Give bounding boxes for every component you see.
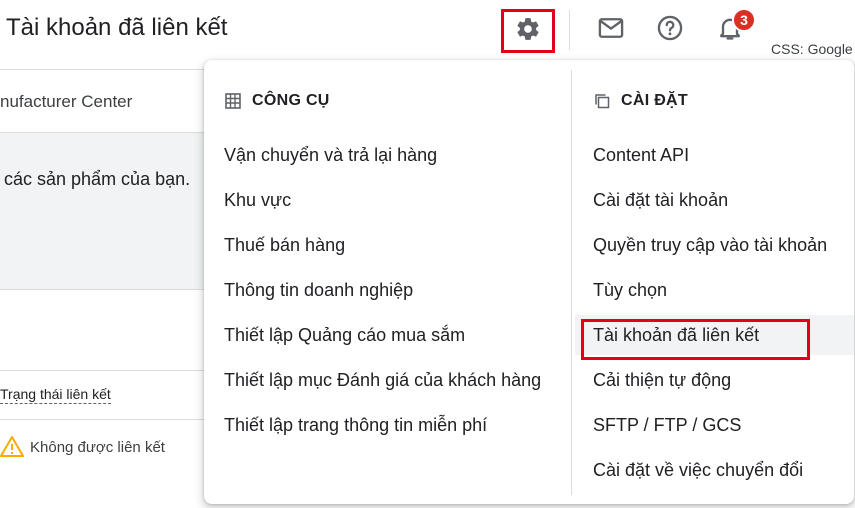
info-banner bbox=[0, 133, 210, 289]
help-icon bbox=[656, 14, 684, 47]
menu-item-account-settings[interactable]: Cài đặt tài khoản bbox=[593, 180, 728, 220]
tools-heading: CÔNG CỤ bbox=[224, 92, 330, 110]
page-title: Tài khoản đã liên kết bbox=[6, 14, 228, 41]
tools-icon bbox=[224, 92, 242, 110]
mail-icon bbox=[597, 14, 625, 47]
header-divider bbox=[569, 10, 570, 50]
menu-item-linked-accounts[interactable]: Tài khoản đã liên kết bbox=[575, 315, 854, 355]
settings-button[interactable] bbox=[501, 9, 555, 53]
menu-item-account-access[interactable]: Quyền truy cập vào tài khoản bbox=[593, 225, 827, 265]
menu-item-sftp-ftp-gcs[interactable]: SFTP / FTP / GCS bbox=[593, 405, 741, 445]
menu-item-shipping-returns[interactable]: Vận chuyển và trả lại hàng bbox=[224, 135, 437, 175]
settings-heading: CÀI ĐẶT bbox=[593, 92, 688, 110]
menu-item-business-info[interactable]: Thông tin doanh nghiệp bbox=[224, 270, 413, 310]
menu-item-content-api[interactable]: Content API bbox=[593, 135, 689, 175]
menu-item-customer-reviews-setup[interactable]: Thiết lập mục Đánh giá của khách hàng bbox=[224, 360, 541, 400]
warning-icon bbox=[0, 435, 24, 459]
mail-button[interactable] bbox=[595, 14, 627, 46]
gear-icon bbox=[515, 16, 541, 47]
settings-dropdown-menu: CÔNG CỤ Vận chuyển và trả lại hàng Khu v… bbox=[204, 60, 854, 504]
settings-heading-label: CÀI ĐẶT bbox=[621, 92, 688, 109]
menu-item-conversion-settings[interactable]: Cài đặt về việc chuyển đổi bbox=[593, 450, 803, 490]
status-value: Không được liên kết bbox=[30, 439, 165, 456]
divider bbox=[0, 370, 210, 371]
status-column-header[interactable]: Trạng thái liên kết bbox=[0, 386, 111, 404]
divider bbox=[0, 69, 210, 70]
column-divider bbox=[571, 70, 572, 495]
menu-item-free-listings-setup[interactable]: Thiết lập trang thông tin miễn phí bbox=[224, 405, 487, 445]
css-label: CSS: Google bbox=[771, 41, 853, 57]
menu-item-shopping-ads-setup[interactable]: Thiết lập Quảng cáo mua sắm bbox=[224, 315, 465, 355]
tools-heading-label: CÔNG CỤ bbox=[252, 92, 330, 109]
manufacturer-center-label: nufacturer Center bbox=[0, 92, 133, 111]
menu-item-automatic-improvements[interactable]: Cải thiện tự động bbox=[593, 360, 731, 400]
products-text: các sản phẩm của bạn. bbox=[4, 169, 191, 189]
settings-copy-icon bbox=[593, 92, 611, 110]
menu-item-sales-tax[interactable]: Thuế bán hàng bbox=[224, 225, 345, 265]
menu-item-preferences[interactable]: Tùy chọn bbox=[593, 270, 667, 310]
top-app-bar: Tài khoản đã liên kết 3 CSS: Google bbox=[0, 0, 855, 62]
notification-badge: 3 bbox=[732, 8, 756, 32]
divider bbox=[0, 289, 210, 290]
divider bbox=[0, 419, 210, 420]
help-button[interactable] bbox=[654, 14, 686, 46]
menu-item-regions[interactable]: Khu vực bbox=[224, 180, 291, 220]
